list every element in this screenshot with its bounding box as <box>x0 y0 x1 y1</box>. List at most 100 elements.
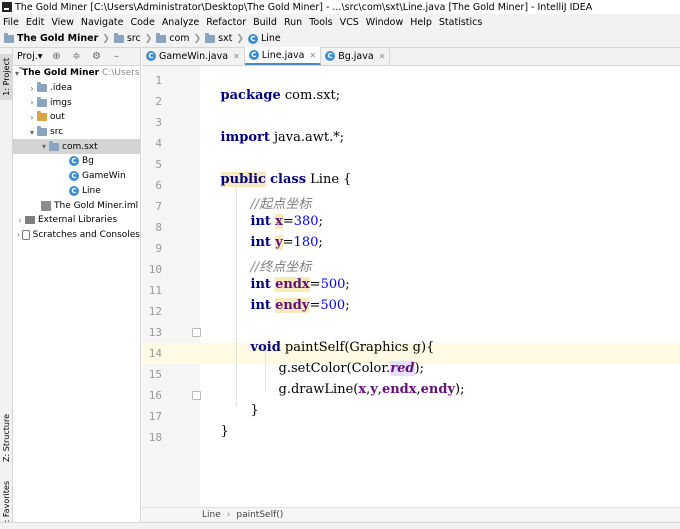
project-view-selector[interactable]: Proj.▾ <box>17 51 43 62</box>
breadcrumb-sxt-label: sxt <box>218 33 233 44</box>
output-folder-icon <box>37 111 47 122</box>
source-folder-icon <box>113 32 124 43</box>
expand-arrow-icon[interactable]: ▾ <box>15 69 19 78</box>
expand-arrow-icon[interactable]: ▾ <box>39 142 49 151</box>
collapse-all-icon[interactable]: ≑ <box>71 51 83 63</box>
tree-line-label: Line <box>82 185 101 196</box>
breadcrumb-project[interactable]: The Gold Miner ❯ <box>4 32 114 44</box>
tree-idea-label: .idea <box>50 83 73 94</box>
line-number: 8 <box>155 221 162 234</box>
expand-arrow-icon[interactable]: ▾ <box>27 128 37 137</box>
code-text: java.awt.*; <box>269 130 345 145</box>
code-line-17[interactable]: } <box>204 409 229 454</box>
collapse-arrow-icon[interactable]: › <box>15 230 22 239</box>
menu-tools[interactable]: Tools <box>306 17 335 28</box>
tree-gamewin-label: GameWin <box>82 171 126 182</box>
breadcrumb-separator-icon: ❯ <box>102 33 110 44</box>
window-title: The Gold Miner [C:\Users\Administrator\D… <box>15 1 593 13</box>
line-number: 16 <box>148 389 162 402</box>
project-panel: Proj.▾ ⊕ ≑ ⚙ – ▾ The Gold Miner C:\Users… <box>13 48 141 529</box>
tree-item-out[interactable]: › out <box>13 110 140 125</box>
tree-item-root[interactable]: ▾ The Gold Miner C:\Users\A <box>13 66 140 81</box>
code-line-15[interactable]: g.drawLine(x,y,endx,endy); <box>262 367 465 412</box>
collapse-arrow-icon[interactable]: › <box>27 84 37 93</box>
field-name: endy <box>275 298 310 313</box>
menu-statistics[interactable]: Statistics <box>436 17 485 28</box>
fold-marker-icon[interactable] <box>192 328 201 337</box>
close-icon[interactable]: ✕ <box>379 52 386 61</box>
editor-tab-line-label: Line.java <box>261 49 305 61</box>
menu-edit[interactable]: Edit <box>23 17 47 28</box>
tree-item-line[interactable]: C Line <box>13 184 140 199</box>
menu-file[interactable]: File <box>0 17 22 28</box>
menu-vcs[interactable]: VCS <box>337 17 362 28</box>
line-number: 5 <box>155 158 162 171</box>
code-text: Line { <box>306 172 352 187</box>
code-text: com.sxt; <box>280 88 341 103</box>
code-text: ; <box>345 298 350 313</box>
tree-item-scratches[interactable]: › Scratches and Consoles <box>13 228 140 243</box>
class-icon: C <box>325 51 336 61</box>
menu-build[interactable]: Build <box>250 17 280 28</box>
class-icon: C <box>69 171 79 182</box>
tab-project-tool-window[interactable]: 1: Project <box>0 54 13 100</box>
tree-item-imgs[interactable]: › imgs <box>13 95 140 110</box>
footer-breadcrumb-class[interactable]: Line <box>202 510 221 520</box>
menu-analyze[interactable]: Analyze <box>159 17 202 28</box>
class-icon: C <box>69 185 79 196</box>
menu-code[interactable]: Code <box>127 17 157 28</box>
breadcrumb-separator-icon: ❯ <box>193 33 202 44</box>
collapse-arrow-icon[interactable]: › <box>27 113 37 122</box>
code-line-11[interactable]: int endy=500; <box>234 283 350 328</box>
menu-window[interactable]: Window <box>363 17 406 28</box>
breadcrumb-com[interactable]: com ❯ <box>156 32 205 44</box>
breadcrumb-src-label: src <box>126 33 141 44</box>
editor-tab-bg[interactable]: C Bg.java ✕ <box>321 47 391 65</box>
menu-view[interactable]: View <box>48 17 77 28</box>
tree-item-idea[interactable]: › .idea <box>13 81 140 96</box>
editor-tab-line[interactable]: C Line.java ✕ <box>244 47 322 65</box>
footer-breadcrumb-method[interactable]: paintSelf() <box>236 510 283 520</box>
collapse-arrow-icon[interactable]: › <box>27 98 37 107</box>
code-text: } <box>250 403 259 418</box>
code-text: g.drawLine( <box>278 382 359 397</box>
hide-panel-icon[interactable]: – <box>111 51 123 63</box>
menu-refactor[interactable]: Refactor <box>203 17 249 28</box>
breadcrumb-separator-icon: ❯ <box>236 33 244 44</box>
tree-iml-label: The Gold Miner.iml <box>54 200 139 211</box>
number-literal: 500 <box>320 298 346 313</box>
breadcrumb-file[interactable]: C Line <box>247 33 281 44</box>
code-line-16[interactable]: } <box>234 388 259 433</box>
code-line-3[interactable]: import java.awt.*; <box>204 115 345 160</box>
tree-item-gamewin[interactable]: C GameWin <box>13 169 140 184</box>
code-line-1[interactable]: package com.sxt; <box>204 73 341 118</box>
breadcrumb-src[interactable]: src ❯ <box>113 32 156 44</box>
collapse-arrow-icon[interactable]: › <box>15 216 25 225</box>
gear-icon[interactable]: ⚙ <box>91 51 103 63</box>
locate-file-icon[interactable]: ⊕ <box>51 51 63 63</box>
breadcrumb-sxt[interactable]: sxt ❯ <box>205 32 248 44</box>
field-name: x <box>358 382 367 397</box>
editor-tab-gamewin[interactable]: C GameWin.java ✕ <box>142 47 245 65</box>
tree-item-package[interactable]: ▾ com.sxt <box>13 139 140 155</box>
menu-run[interactable]: Run <box>281 17 305 28</box>
close-icon[interactable]: ✕ <box>310 51 317 60</box>
tab-structure-label: Z: Structure <box>2 414 11 462</box>
line-number: 2 <box>155 95 162 108</box>
tree-item-external-libraries[interactable]: › External Libraries <box>13 213 140 228</box>
tab-favorites-tool-window[interactable]: 2: Favorites <box>0 480 13 528</box>
tab-favorites-label: 2: Favorites <box>2 480 11 528</box>
menu-bar: File Edit View Navigate Code Analyze Ref… <box>0 14 680 30</box>
folder-icon <box>37 82 47 93</box>
fold-marker-icon[interactable] <box>192 391 201 400</box>
close-icon[interactable]: ✕ <box>233 52 240 61</box>
tree-item-iml[interactable]: The Gold Miner.iml <box>13 198 140 213</box>
project-folder-icon <box>4 32 14 43</box>
breadcrumb-file-label: Line <box>260 33 281 44</box>
tab-structure-tool-window[interactable]: Z: Structure <box>0 410 13 466</box>
tree-item-src[interactable]: ▾ src <box>13 125 140 140</box>
field-name: endx <box>381 382 417 397</box>
menu-navigate[interactable]: Navigate <box>78 17 127 28</box>
menu-help[interactable]: Help <box>407 17 435 28</box>
tree-item-bg[interactable]: C Bg <box>13 154 140 169</box>
